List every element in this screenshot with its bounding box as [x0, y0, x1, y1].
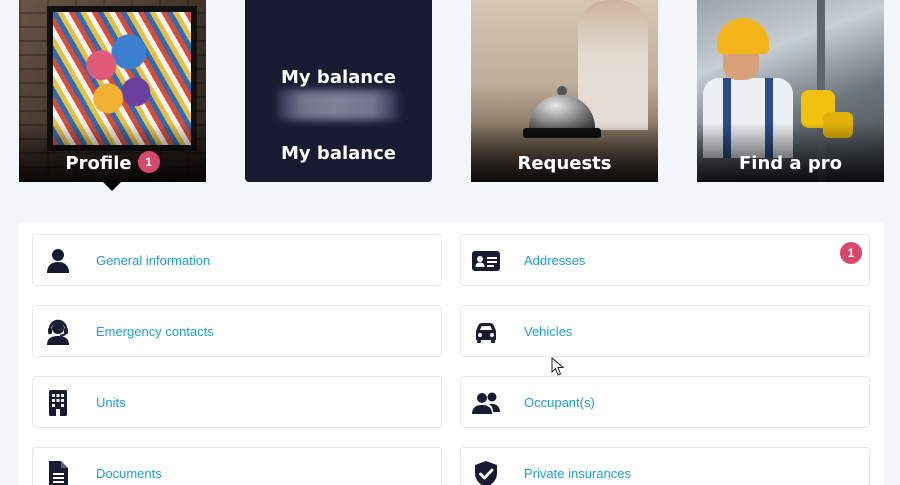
emergency-contacts-item[interactable]: Emergency contacts: [32, 305, 442, 357]
user-icon: [47, 249, 69, 273]
balance-label: My balance: [281, 143, 396, 164]
vehicles-item[interactable]: Vehicles: [460, 305, 870, 357]
documents-item[interactable]: Documents: [32, 447, 442, 485]
units-label: Units: [96, 395, 126, 410]
general-information-item[interactable]: General information: [32, 234, 442, 286]
balance-title: My balance: [281, 67, 396, 88]
worker-helmet-image: [717, 18, 769, 54]
documents-label: Documents: [96, 466, 162, 481]
private-insurances-item[interactable]: Private insurances: [460, 447, 870, 485]
tile-find-a-pro-label: Find a pro: [739, 153, 842, 174]
vehicles-label: Vehicles: [524, 324, 573, 339]
tile-requests-label: Requests: [517, 153, 612, 174]
tile-profile-label: Profile 1: [19, 151, 206, 174]
tile-profile[interactable]: Profile 1: [19, 0, 206, 182]
mouse-cursor-icon: [551, 357, 565, 376]
active-tile-pointer: [103, 182, 121, 191]
tile-requests[interactable]: Requests: [471, 0, 658, 182]
headset-user-icon: [47, 319, 69, 345]
id-card-icon: [472, 251, 500, 271]
addresses-badge: 1: [840, 242, 862, 264]
users-icon: [472, 392, 500, 414]
file-icon: [49, 461, 68, 485]
occupants-label: Occupant(s): [524, 395, 595, 410]
balance-amount-blurred: [277, 90, 399, 120]
car-icon: [476, 323, 496, 343]
addresses-item[interactable]: Addresses 1: [460, 234, 870, 286]
occupants-item[interactable]: Occupant(s): [460, 376, 870, 428]
profile-menu-panel: General information Addresses 1 Emergenc…: [19, 222, 884, 485]
private-insurances-label: Private insurances: [524, 466, 631, 481]
shield-check-icon: [475, 461, 497, 485]
units-item[interactable]: Units: [32, 376, 442, 428]
general-information-label: General information: [96, 253, 211, 268]
building-icon: [49, 390, 67, 416]
tile-my-balance[interactable]: My balance My balance: [245, 0, 432, 182]
tile-find-a-pro[interactable]: Find a pro: [697, 0, 884, 182]
addresses-label: Addresses: [524, 253, 586, 268]
emergency-contacts-label: Emergency contacts: [96, 324, 214, 339]
profile-badge: 1: [137, 151, 160, 173]
